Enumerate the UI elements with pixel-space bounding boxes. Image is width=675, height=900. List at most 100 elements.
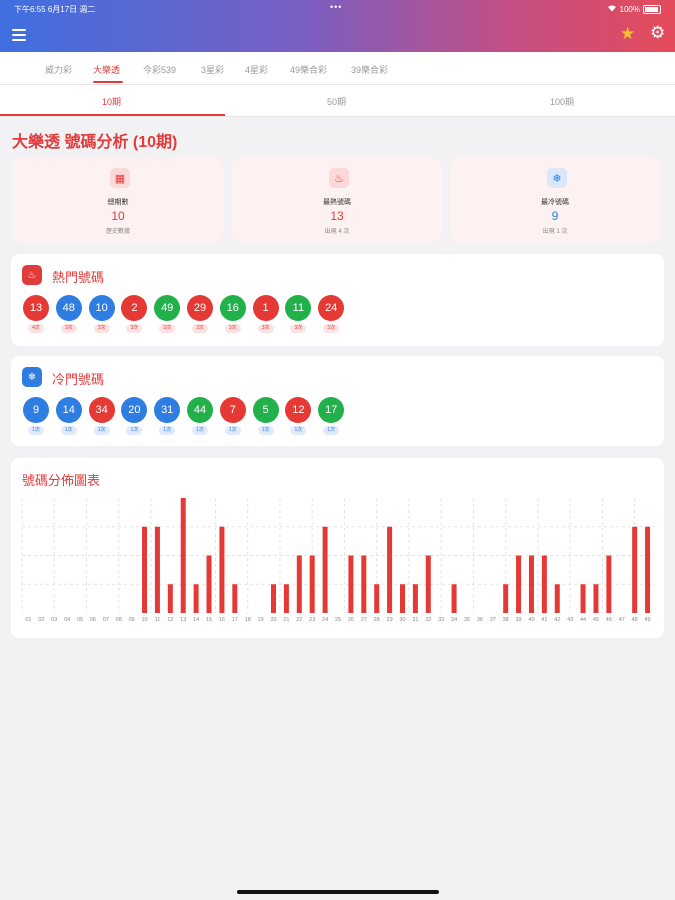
x-tick-label: 42 [554,617,560,623]
tab-lottery[interactable]: 威力彩 [45,63,72,76]
tab-active-indicator [93,81,123,83]
x-tick-label: 43 [567,617,573,623]
tab-lottery[interactable]: 39樂合彩 [351,63,388,76]
occurrence-count: 3次 [159,324,176,333]
stat-value: 13 [330,209,344,223]
distribution-chart: 01 02 03 04 05 06 07 08 09 10 11 12 13 14 15 16 17 18 19 20… [21,498,654,623]
occurrence-count: 1次 [323,426,340,435]
x-tick-label: 32 [425,617,431,623]
lottery-tabs: 威力彩 大樂透 今彩539 3星彩 4星彩 49樂合彩 39樂合彩 [0,52,675,85]
bar-32 [425,555,431,613]
x-tick-label: 36 [477,617,483,623]
stat-label: 總期數 [107,199,129,206]
tab-lottery[interactable]: 大樂透 [93,63,120,76]
number-ball-item: 16 3次 [219,295,247,333]
tab-lottery[interactable]: 4星彩 [245,63,268,76]
status-dots: ••• [330,2,343,12]
number-ball-item: 29 3次 [186,295,214,333]
bar-16 [219,526,225,613]
tab-period-50[interactable]: 50期 [327,95,346,108]
x-tick-label: 04 [64,617,70,623]
occurrence-count: 1次 [224,426,241,435]
number-ball-item: 49 3次 [153,295,181,333]
tab-period-10[interactable]: 10期 [102,95,121,108]
occurrence-count: 1次 [257,426,274,435]
fire-icon: ♨ [329,168,349,188]
menu-icon[interactable] [12,29,26,41]
number-ball: 34 [88,397,115,423]
bar-38 [503,584,509,613]
occurrence-count: 1次 [159,426,176,435]
number-ball: 10 [88,295,115,321]
occurrence-count: 3次 [60,324,77,333]
tab-lottery[interactable]: 3星彩 [201,63,224,76]
period-active-indicator [0,114,225,116]
bar-28 [374,584,380,613]
stat-sub: 出現 4 次 [324,229,350,235]
number-ball-item: 34 1次 [88,397,116,435]
tab-lottery[interactable]: 49樂合彩 [290,63,327,76]
tab-lottery[interactable]: 今彩539 [143,63,176,76]
x-tick-label: 48 [632,617,638,623]
bar-31 [412,584,418,613]
tab-period-100[interactable]: 100期 [550,95,574,108]
x-tick-label: 24 [322,617,328,623]
x-tick-label: 17 [232,617,238,623]
status-right: 100% [607,4,661,14]
number-ball-item: 2 3次 [120,295,148,333]
battery-icon [643,4,661,14]
number-ball-item: 24 3次 [317,295,345,333]
star-icon[interactable]: ★ [620,24,635,44]
number-ball: 29 [187,295,213,321]
x-tick-label: 02 [38,617,44,623]
x-tick-label: 06 [90,617,96,623]
x-tick-label: 25 [335,617,341,623]
stat-value: 10 [111,209,125,223]
x-tick-label: 11 [155,617,161,623]
occurrence-count: 3次 [126,324,143,333]
x-tick-label: 27 [361,617,367,623]
x-tick-label: 26 [348,617,354,623]
x-tick-label: 47 [619,617,625,623]
hot-numbers-title: 熱門號碼 [52,270,105,285]
page-title: 大樂透 號碼分析 (10期) [12,134,178,151]
stat-card-hottest: ♨ 最熱號碼 13 出現 4 次 [232,158,442,242]
x-tick-label: 35 [464,617,470,623]
status-time: 下午6:55 6月17日 週二 [14,5,96,14]
number-ball: 9 [23,397,49,423]
bar-26 [348,555,354,613]
fire-icon: ♨ [22,265,42,285]
number-ball-item: 20 1次 [120,397,148,435]
occurrence-count: 1次 [60,426,77,435]
cold-numbers-title: 冷門號碼 [52,372,105,387]
home-indicator [237,890,439,894]
bar-10 [142,526,148,613]
number-ball: 13 [23,295,49,321]
number-ball: 12 [285,397,312,423]
bar-20 [271,584,277,613]
x-tick-label: 30 [399,617,405,623]
occurrence-count: 3次 [93,324,110,333]
number-ball-item: 14 1次 [55,397,83,435]
x-tick-label: 29 [387,617,393,623]
number-ball-item: 13 4次 [22,295,50,333]
stat-label: 最冷號碼 [541,199,569,206]
x-tick-label: 16 [219,617,225,623]
x-tick-label: 12 [167,617,173,623]
bar-42 [554,584,560,613]
x-tick-label: 21 [283,617,289,623]
wifi-icon [607,4,617,14]
occurrence-count: 4次 [28,324,44,333]
x-tick-label: 18 [245,617,251,623]
x-tick-label: 41 [541,617,547,623]
number-ball-item: 9 1次 [22,397,50,435]
gear-icon[interactable]: ⚙ [650,23,665,43]
bar-30 [399,584,405,613]
x-tick-label: 05 [77,617,83,623]
x-tick-label: 22 [296,617,302,623]
number-ball: 20 [121,397,148,423]
x-tick-label: 09 [129,617,135,623]
x-tick-label: 49 [644,617,650,623]
occurrence-count: 3次 [323,324,340,333]
bar-21 [283,584,289,613]
